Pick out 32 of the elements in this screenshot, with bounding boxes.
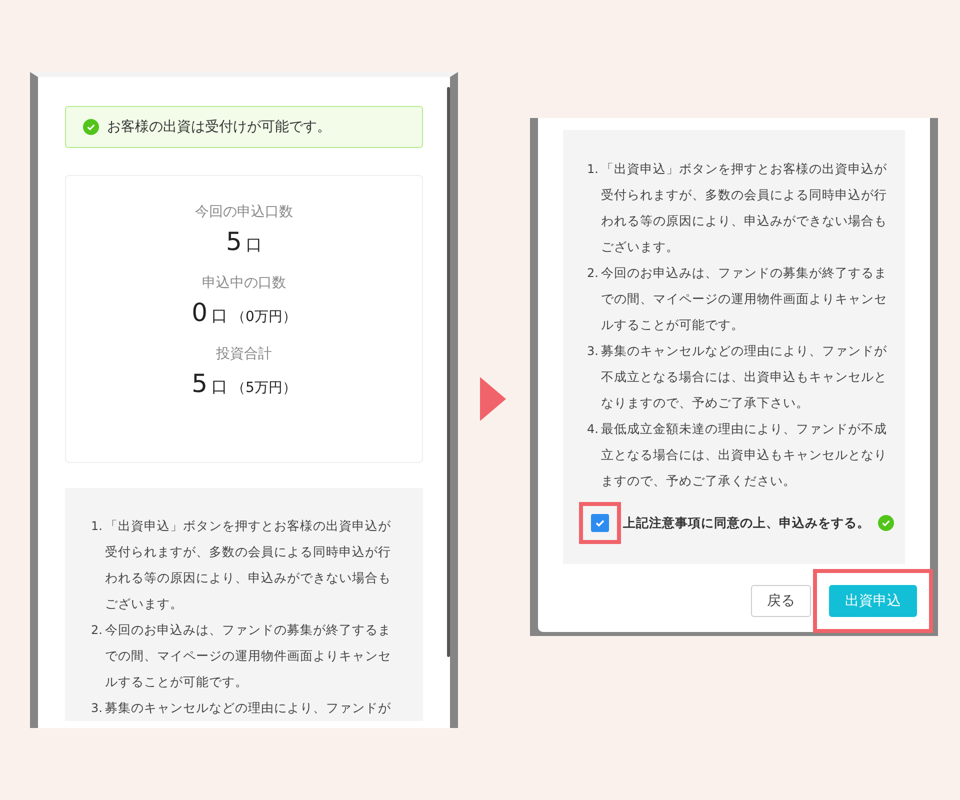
note-text: 今回のお申込みは、ファンドの募集が終了するまでの間、マイページの運用物件画面よりキャンセルすることが可能です。 — [105, 621, 392, 691]
checkmark-icon — [594, 517, 606, 529]
note-number: 1. — [587, 161, 600, 178]
note-number: 3. — [91, 700, 104, 717]
note-number: 3. — [587, 343, 600, 360]
note-number: 1. — [91, 518, 104, 535]
check-circle-icon — [83, 119, 99, 135]
agree-label: 上記注意事項に同意の上、申込みをする。 — [623, 514, 870, 532]
back-button[interactable]: 戻る — [751, 585, 811, 617]
summary-unit: 口 — [211, 377, 228, 398]
arrow-icon — [480, 377, 506, 421]
note-number: 2. — [587, 265, 600, 282]
note-number: 4. — [587, 421, 600, 438]
note-text: 「出資申込」ボタンを押すとお客様の出資申込が受付られますが、多数の会員による同時申込が行われる等の原因により、申込みができない場合もございます。 — [105, 517, 392, 613]
note-text: 募集のキャンセルなどの理由により、ファンドが不成立となる場合には、出資申込もキャンセルとなりますので、予めご了承下さい。 — [601, 342, 888, 412]
summary-unit: 口 — [246, 235, 262, 256]
summary-value: 5 — [192, 369, 208, 398]
note-text: 募集のキャンセルなどの理由により、ファンドが — [105, 699, 391, 717]
summary-label: 今回の申込口数 — [195, 203, 293, 222]
summary-value: 0 — [192, 298, 208, 327]
agree-checkbox[interactable] — [591, 514, 609, 532]
note-number: 2. — [91, 622, 104, 639]
summary-value: 5 — [226, 227, 242, 256]
alert-text: お客様の出資は受付けが可能です。 — [107, 118, 331, 136]
summary-amount: （0万円） — [231, 308, 296, 326]
note-text: 今回のお申込みは、ファンドの募集が終了するまでの間、マイページの運用物件画面よりキャンセルすることが可能です。 — [601, 264, 888, 334]
summary-amount: （5万円） — [231, 379, 296, 397]
note-text: 「出資申込」ボタンを押すとお客様の出資申込が受付られますが、多数の会員による同時申込が行われる等の原因により、申込みができない場合もございます。 — [601, 160, 888, 256]
summary-label: 申込中の口数 — [202, 274, 286, 293]
note-text: 最低成立金額未達の理由により、ファンドが不成立となる場合には、出資申込もキャンセルとなりますので、予めご了承ください。 — [601, 420, 888, 490]
summary-label: 投資合計 — [216, 345, 272, 364]
summary-unit: 口 — [211, 306, 228, 327]
